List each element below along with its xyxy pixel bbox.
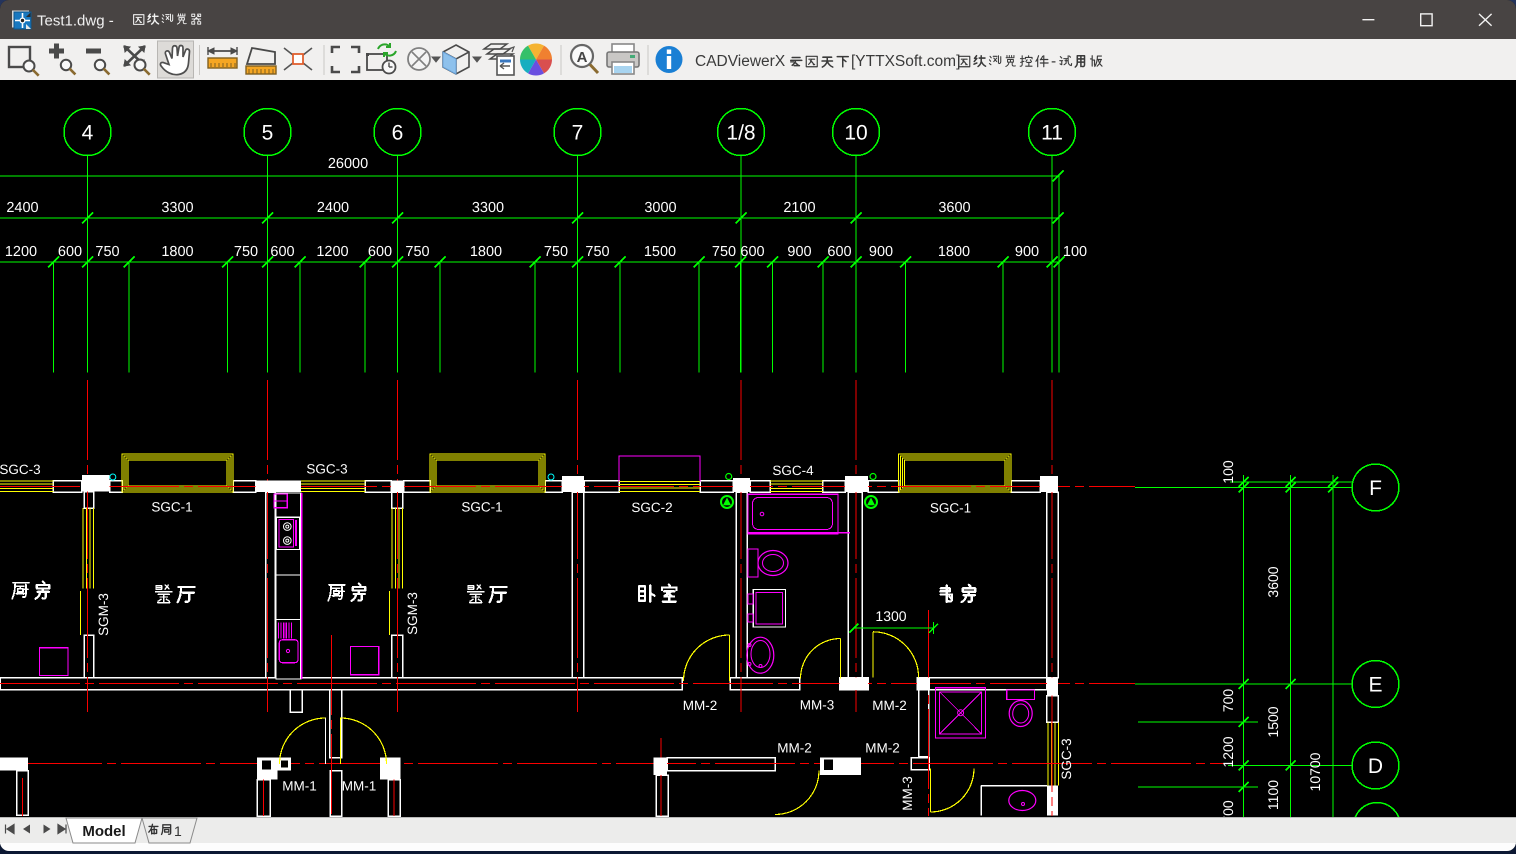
- svg-text:SGM-3: SGM-3: [96, 593, 111, 636]
- svg-text:11: 11: [1041, 122, 1063, 145]
- svg-text:SGC-4: SGC-4: [772, 463, 814, 478]
- svg-text:1200: 1200: [316, 244, 348, 260]
- svg-text:1200: 1200: [1220, 736, 1236, 767]
- svg-text:3300: 3300: [161, 200, 193, 216]
- svg-text:600: 600: [270, 244, 294, 260]
- svg-text:MM-2: MM-2: [777, 741, 812, 756]
- svg-text:1800: 1800: [161, 244, 193, 260]
- svg-text:MM-2: MM-2: [865, 741, 900, 756]
- svg-text:10: 10: [844, 122, 867, 145]
- svg-text:1800: 1800: [938, 244, 970, 260]
- svg-text:SGM-3: SGM-3: [405, 592, 420, 635]
- svg-text:750: 750: [405, 244, 429, 260]
- svg-text:A: A: [577, 49, 588, 66]
- svg-text:900: 900: [787, 244, 811, 260]
- svg-text:MM-1: MM-1: [282, 779, 317, 794]
- svg-text:600: 600: [827, 244, 851, 260]
- svg-text:MM-2: MM-2: [872, 698, 907, 713]
- svg-text:1: 1: [174, 823, 182, 839]
- svg-text:SGC-1: SGC-1: [930, 501, 971, 516]
- svg-text:7: 7: [572, 122, 584, 145]
- svg-text:5: 5: [262, 122, 274, 145]
- svg-text:SGC-1: SGC-1: [151, 499, 192, 514]
- svg-text:Test1.dwg -: Test1.dwg -: [37, 13, 114, 30]
- svg-text:3000: 3000: [644, 200, 676, 216]
- svg-text:10700: 10700: [1307, 752, 1323, 791]
- svg-text:2400: 2400: [6, 200, 38, 216]
- svg-text:1300: 1300: [875, 608, 906, 624]
- svg-text:SGC-1: SGC-1: [461, 499, 502, 514]
- svg-text:700: 700: [1220, 800, 1236, 817]
- svg-text:6: 6: [392, 122, 404, 145]
- svg-text:1500: 1500: [644, 244, 676, 260]
- svg-text:MM-2: MM-2: [683, 698, 718, 713]
- svg-text:E: E: [1368, 674, 1382, 697]
- svg-text:D: D: [1368, 755, 1383, 778]
- svg-text:1100: 1100: [1265, 780, 1281, 810]
- svg-text:900: 900: [869, 244, 893, 260]
- svg-text:1800: 1800: [470, 244, 502, 260]
- svg-text:600: 600: [58, 244, 82, 260]
- svg-text:750: 750: [585, 244, 609, 260]
- svg-text:3300: 3300: [472, 200, 504, 216]
- svg-text:4: 4: [82, 122, 94, 145]
- svg-text:1/8: 1/8: [726, 122, 755, 145]
- svg-text:[YTTXSoft.com]: [YTTXSoft.com]: [851, 53, 960, 70]
- svg-text:900: 900: [1015, 244, 1039, 260]
- svg-text:100: 100: [1063, 244, 1087, 260]
- svg-text:750: 750: [712, 244, 736, 260]
- svg-text:750: 750: [95, 244, 119, 260]
- svg-text:MM-3: MM-3: [900, 776, 915, 811]
- svg-text:-: -: [1051, 53, 1056, 70]
- svg-text:MM-3: MM-3: [800, 698, 835, 713]
- svg-text:SGC-3: SGC-3: [0, 462, 41, 477]
- svg-text:F: F: [1369, 477, 1382, 500]
- svg-text:600: 600: [368, 244, 392, 260]
- svg-text:SGC-3: SGC-3: [1059, 738, 1074, 779]
- svg-text:1200: 1200: [5, 244, 37, 260]
- svg-text:1500: 1500: [1265, 706, 1281, 737]
- svg-text:SGC-2: SGC-2: [631, 500, 672, 515]
- svg-text:2100: 2100: [783, 200, 815, 216]
- svg-text:CADViewerX -: CADViewerX -: [695, 53, 795, 70]
- svg-text:MM-1: MM-1: [342, 779, 377, 794]
- svg-text:750: 750: [234, 244, 258, 260]
- svg-text:26000: 26000: [328, 156, 368, 172]
- svg-text:600: 600: [740, 244, 764, 260]
- svg-text:2400: 2400: [317, 200, 349, 216]
- svg-text:3600: 3600: [938, 200, 970, 216]
- svg-text:3600: 3600: [1265, 566, 1281, 597]
- svg-text:100: 100: [1220, 460, 1236, 484]
- svg-text:750: 750: [544, 244, 568, 260]
- svg-text:SGC-3: SGC-3: [306, 462, 347, 477]
- svg-text:700: 700: [1220, 689, 1236, 713]
- svg-text:Model: Model: [82, 823, 125, 840]
